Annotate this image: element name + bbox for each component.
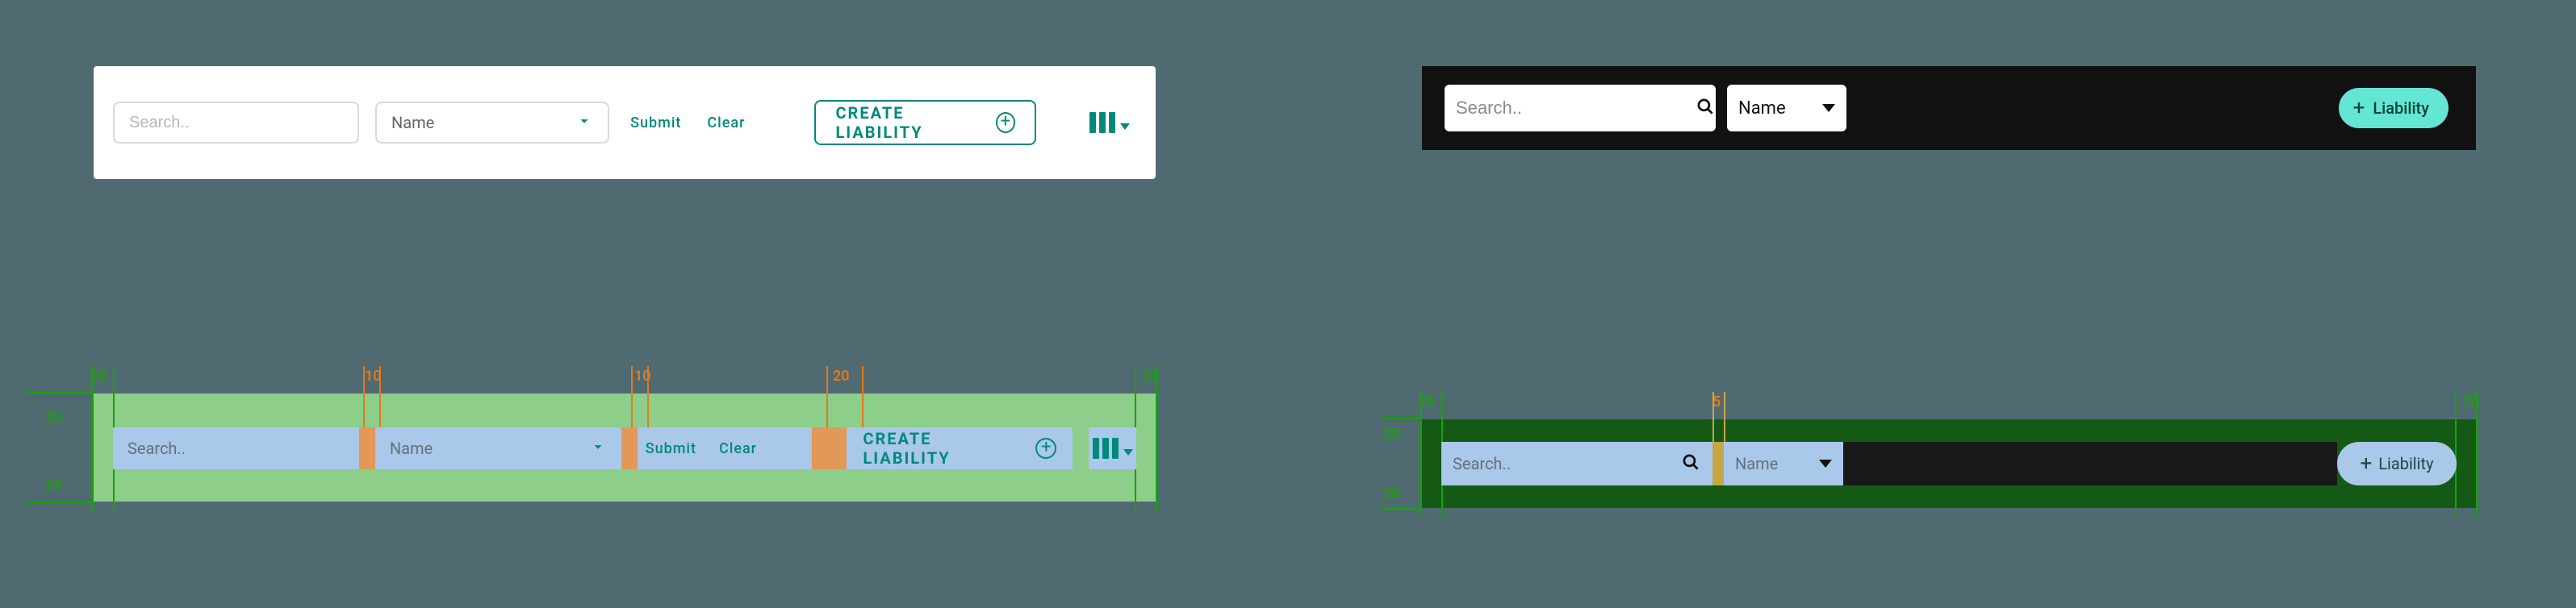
search-wrap bbox=[1445, 85, 1716, 131]
spec-gap bbox=[621, 427, 638, 469]
columns-icon bbox=[1093, 438, 1119, 459]
columns-icon bbox=[1089, 112, 1115, 133]
spec-body: Search.. Name Submit Clear CREATE LIABIL… bbox=[94, 394, 1156, 502]
columns-button[interactable] bbox=[1083, 106, 1136, 140]
measure-pad-top: 20 bbox=[1383, 426, 1400, 443]
search-input[interactable] bbox=[113, 102, 359, 144]
spec-submit: Submit bbox=[646, 440, 696, 457]
guide-line bbox=[1420, 392, 1422, 518]
plus-circle-icon bbox=[996, 112, 1015, 133]
name-select-label: Name bbox=[1738, 98, 1786, 119]
submit-button[interactable]: Submit bbox=[625, 106, 686, 140]
spec-spacer bbox=[1843, 442, 2337, 485]
guide-line bbox=[1382, 508, 1420, 510]
spec-links: Submit Clear bbox=[638, 427, 812, 469]
caret-down-icon bbox=[575, 112, 593, 133]
spec-create: CREATE LIABILITY bbox=[847, 427, 1073, 469]
spec-name-label: Name bbox=[1735, 454, 1778, 473]
caret-down-icon bbox=[1123, 449, 1133, 456]
create-liability-label: CREATE LIABILITY bbox=[835, 103, 984, 142]
guide-line bbox=[92, 366, 94, 511]
search-input[interactable] bbox=[1456, 85, 1688, 131]
spec-add-liability: + Liability bbox=[2337, 442, 2457, 485]
spec-gap bbox=[1712, 442, 1724, 485]
plus-icon: + bbox=[2353, 98, 2365, 119]
spec-gap bbox=[359, 427, 375, 469]
search-icon[interactable] bbox=[1695, 96, 1716, 120]
spec-row: Search.. Name + Liability bbox=[1441, 442, 2457, 485]
spec-name-select: Name bbox=[375, 427, 621, 469]
name-select-label: Name bbox=[391, 113, 434, 132]
plus-circle-icon bbox=[1035, 438, 1056, 459]
plus-icon: + bbox=[2360, 453, 2372, 474]
spec-gap bbox=[1073, 427, 1089, 469]
spec-add-label: Liability bbox=[2378, 454, 2433, 473]
spec-name-label: Name bbox=[390, 439, 433, 458]
name-select[interactable]: Name bbox=[1727, 85, 1846, 131]
guide-line bbox=[1156, 366, 1157, 511]
caret-down-icon bbox=[1819, 460, 1832, 468]
spec-body: Search.. Name + Liability bbox=[1422, 419, 2476, 508]
measure-pad-bottom: 20 bbox=[1383, 485, 1400, 502]
measure-gap3: 20 bbox=[833, 368, 850, 385]
spec-search-placeholder: Search.. bbox=[1453, 454, 1511, 473]
spec-row: Search.. Name Submit Clear CREATE LIABIL… bbox=[113, 427, 1136, 469]
guide-line bbox=[26, 502, 92, 503]
toolbar-dark: Name + Liability bbox=[1422, 66, 2476, 150]
guide-line bbox=[2476, 392, 2478, 518]
spec-search: Search.. bbox=[113, 427, 359, 469]
spec-create-label: CREATE LIABILITY bbox=[863, 429, 1024, 468]
add-liability-label: Liability bbox=[2373, 98, 2429, 118]
measure-pad-bottom: 35 bbox=[45, 477, 62, 494]
name-select[interactable]: Name bbox=[375, 102, 609, 144]
spec-search: Search.. bbox=[1441, 442, 1712, 485]
search-icon bbox=[1680, 452, 1701, 477]
spec-columns bbox=[1089, 427, 1136, 469]
add-liability-button[interactable]: + Liability bbox=[2339, 88, 2448, 128]
guide-line bbox=[26, 392, 92, 394]
spec-clear: Clear bbox=[719, 440, 757, 457]
caret-down-icon bbox=[1120, 123, 1130, 130]
spec-name-select: Name bbox=[1724, 442, 1843, 485]
toolbar-light: Name Submit Clear CREATE LIABILITY bbox=[94, 66, 1156, 179]
guide-line bbox=[1382, 418, 1420, 419]
spec-search-placeholder: Search.. bbox=[128, 439, 186, 458]
caret-down-icon bbox=[1822, 104, 1835, 112]
clear-button[interactable]: Clear bbox=[702, 106, 750, 140]
create-liability-button[interactable]: CREATE LIABILITY bbox=[814, 100, 1036, 145]
spec-gap bbox=[812, 427, 847, 469]
caret-down-icon bbox=[589, 438, 607, 460]
measure-pad-top: 35 bbox=[45, 410, 62, 427]
spec-overlay-light: 20 20 10 10 20 35 35 Search.. Name bbox=[94, 373, 1156, 481]
